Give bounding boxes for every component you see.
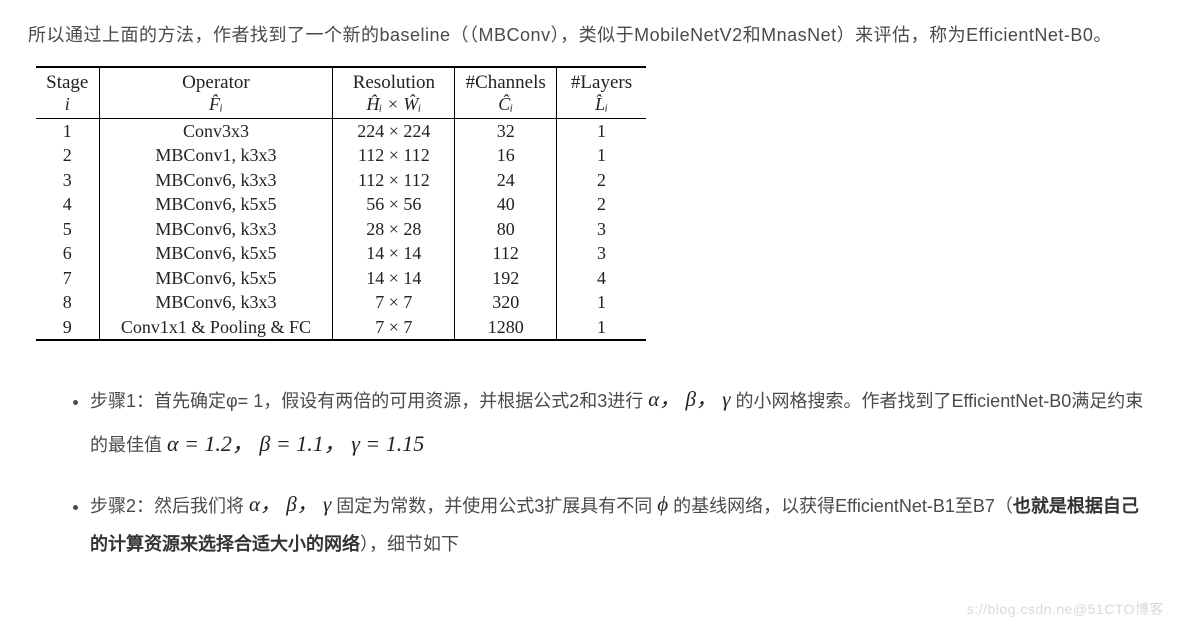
cell-operator: MBConv6, k5x5 <box>99 241 333 266</box>
cell-operator: MBConv6, k5x5 <box>99 192 333 217</box>
cell-operator: Conv3x3 <box>99 118 333 143</box>
cell-channels: 320 <box>455 290 557 315</box>
architecture-table: Stagei OperatorF̂ᵢ ResolutionĤᵢ × Ŵᵢ #Ch… <box>36 66 646 341</box>
table-row: 7MBConv6, k5x514 × 141924 <box>36 266 646 291</box>
table-row: 1Conv3x3224 × 224321 <box>36 118 646 143</box>
cell-resolution: 112 × 112 <box>333 168 455 193</box>
cell-resolution: 112 × 112 <box>333 143 455 168</box>
step2-mid: 固定为常数，并使用公式3扩展具有不同 <box>331 496 657 516</box>
table-row: 2MBConv1, k3x3112 × 112161 <box>36 143 646 168</box>
cell-stage: 9 <box>36 315 99 341</box>
th-layers: #LayersL̂ᵢ <box>557 67 646 118</box>
cell-stage: 6 <box>36 241 99 266</box>
cell-resolution: 56 × 56 <box>333 192 455 217</box>
cell-stage: 8 <box>36 290 99 315</box>
cell-layers: 1 <box>557 315 646 341</box>
cell-channels: 24 <box>455 168 557 193</box>
table-row: 5MBConv6, k3x328 × 28803 <box>36 217 646 242</box>
cell-resolution: 14 × 14 <box>333 241 455 266</box>
table-row: 9Conv1x1 & Pooling & FC7 × 712801 <box>36 315 646 341</box>
step-1: 步骤1：首先确定φ= 1，假设有两倍的可用资源，并根据公式2和3进行 α， β，… <box>90 377 1156 467</box>
cell-operator: MBConv6, k3x3 <box>99 290 333 315</box>
cell-stage: 7 <box>36 266 99 291</box>
watermark: s://blog.csdn.ne@51CTO博客 <box>967 596 1164 623</box>
cell-channels: 16 <box>455 143 557 168</box>
cell-resolution: 7 × 7 <box>333 290 455 315</box>
cell-stage: 1 <box>36 118 99 143</box>
step2-suffix: ），细节如下 <box>360 534 459 554</box>
table-body: 1Conv3x3224 × 2243212MBConv1, k3x3112 × … <box>36 118 646 340</box>
table-row: 4MBConv6, k5x556 × 56402 <box>36 192 646 217</box>
cell-operator: Conv1x1 & Pooling & FC <box>99 315 333 341</box>
cell-channels: 112 <box>455 241 557 266</box>
cell-resolution: 14 × 14 <box>333 266 455 291</box>
cell-layers: 1 <box>557 118 646 143</box>
cell-channels: 40 <box>455 192 557 217</box>
cell-operator: MBConv1, k3x3 <box>99 143 333 168</box>
cell-layers: 2 <box>557 192 646 217</box>
step-2: 步骤2：然后我们将 α， β， γ 固定为常数，并使用公式3扩展具有不同 ϕ 的… <box>90 482 1156 564</box>
cell-channels: 192 <box>455 266 557 291</box>
cell-layers: 4 <box>557 266 646 291</box>
cell-layers: 1 <box>557 143 646 168</box>
step2-prefix: 步骤2：然后我们将 <box>90 496 249 516</box>
step1-greek: α， β， γ <box>648 387 730 411</box>
step2-phi: ϕ <box>657 492 668 516</box>
cell-resolution: 7 × 7 <box>333 315 455 341</box>
cell-resolution: 28 × 28 <box>333 217 455 242</box>
th-operator: OperatorF̂ᵢ <box>99 67 333 118</box>
cell-stage: 5 <box>36 217 99 242</box>
step2-after-phi: 的基线网络，以获得EfficientNet-B1至B7（ <box>668 496 1013 516</box>
cell-stage: 4 <box>36 192 99 217</box>
table-row: 6MBConv6, k5x514 × 141123 <box>36 241 646 266</box>
cell-channels: 1280 <box>455 315 557 341</box>
table-row: 3MBConv6, k3x3112 × 112242 <box>36 168 646 193</box>
architecture-table-wrap: Stagei OperatorF̂ᵢ ResolutionĤᵢ × Ŵᵢ #Ch… <box>36 66 646 341</box>
cell-layers: 1 <box>557 290 646 315</box>
cell-operator: MBConv6, k5x5 <box>99 266 333 291</box>
cell-operator: MBConv6, k3x3 <box>99 217 333 242</box>
cell-layers: 2 <box>557 168 646 193</box>
cell-layers: 3 <box>557 241 646 266</box>
cell-channels: 32 <box>455 118 557 143</box>
th-resolution: ResolutionĤᵢ × Ŵᵢ <box>333 67 455 118</box>
step2-greek: α， β， γ <box>249 492 331 516</box>
cell-stage: 2 <box>36 143 99 168</box>
table-row: 8MBConv6, k3x37 × 73201 <box>36 290 646 315</box>
steps-list: 步骤1：首先确定φ= 1，假设有两倍的可用资源，并根据公式2和3进行 α， β，… <box>28 377 1156 563</box>
cell-channels: 80 <box>455 217 557 242</box>
step1-formula: α = 1.2， β = 1.1， γ = 1.15 <box>167 431 424 456</box>
th-channels: #ChannelsĈᵢ <box>455 67 557 118</box>
cell-stage: 3 <box>36 168 99 193</box>
cell-resolution: 224 × 224 <box>333 118 455 143</box>
cell-operator: MBConv6, k3x3 <box>99 168 333 193</box>
cell-layers: 3 <box>557 217 646 242</box>
step1-prefix: 步骤1：首先确定φ= 1，假设有两倍的可用资源，并根据公式2和3进行 <box>90 391 648 411</box>
th-stage: Stagei <box>36 67 99 118</box>
intro-paragraph: 所以通过上面的方法，作者找到了一个新的baseline（（MBConv），类似于… <box>28 18 1156 52</box>
